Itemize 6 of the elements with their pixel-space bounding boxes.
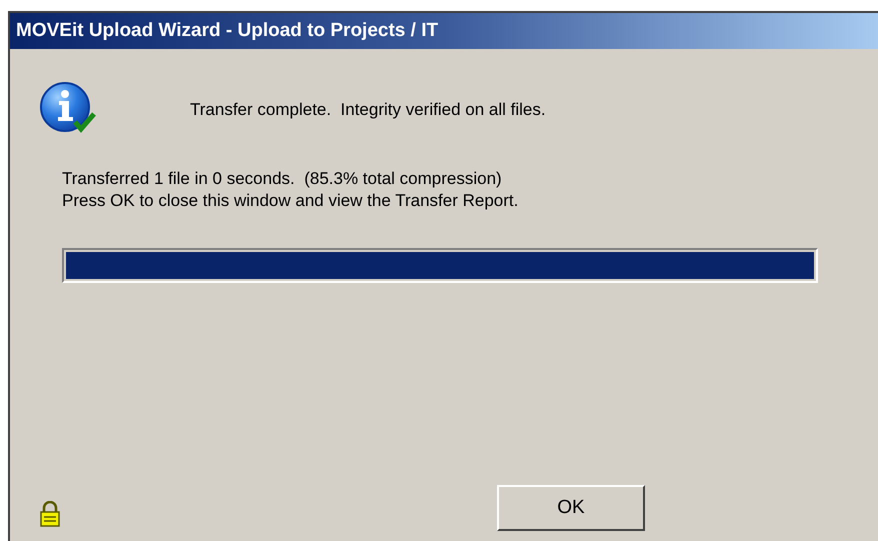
window-title: MOVEit Upload Wizard - Upload to Projects / IT	[16, 18, 438, 43]
detail-text: Transferred 1 file in 0 seconds. (85.3% total compression)	[62, 168, 503, 190]
status-message: Transfer complete. Integrity verified on all files.	[190, 99, 546, 122]
ok-button[interactable]: OK	[497, 485, 645, 531]
detail-text: Press OK to close this window and view the Transfer Report.	[62, 190, 520, 212]
lock-icon	[40, 501, 60, 527]
